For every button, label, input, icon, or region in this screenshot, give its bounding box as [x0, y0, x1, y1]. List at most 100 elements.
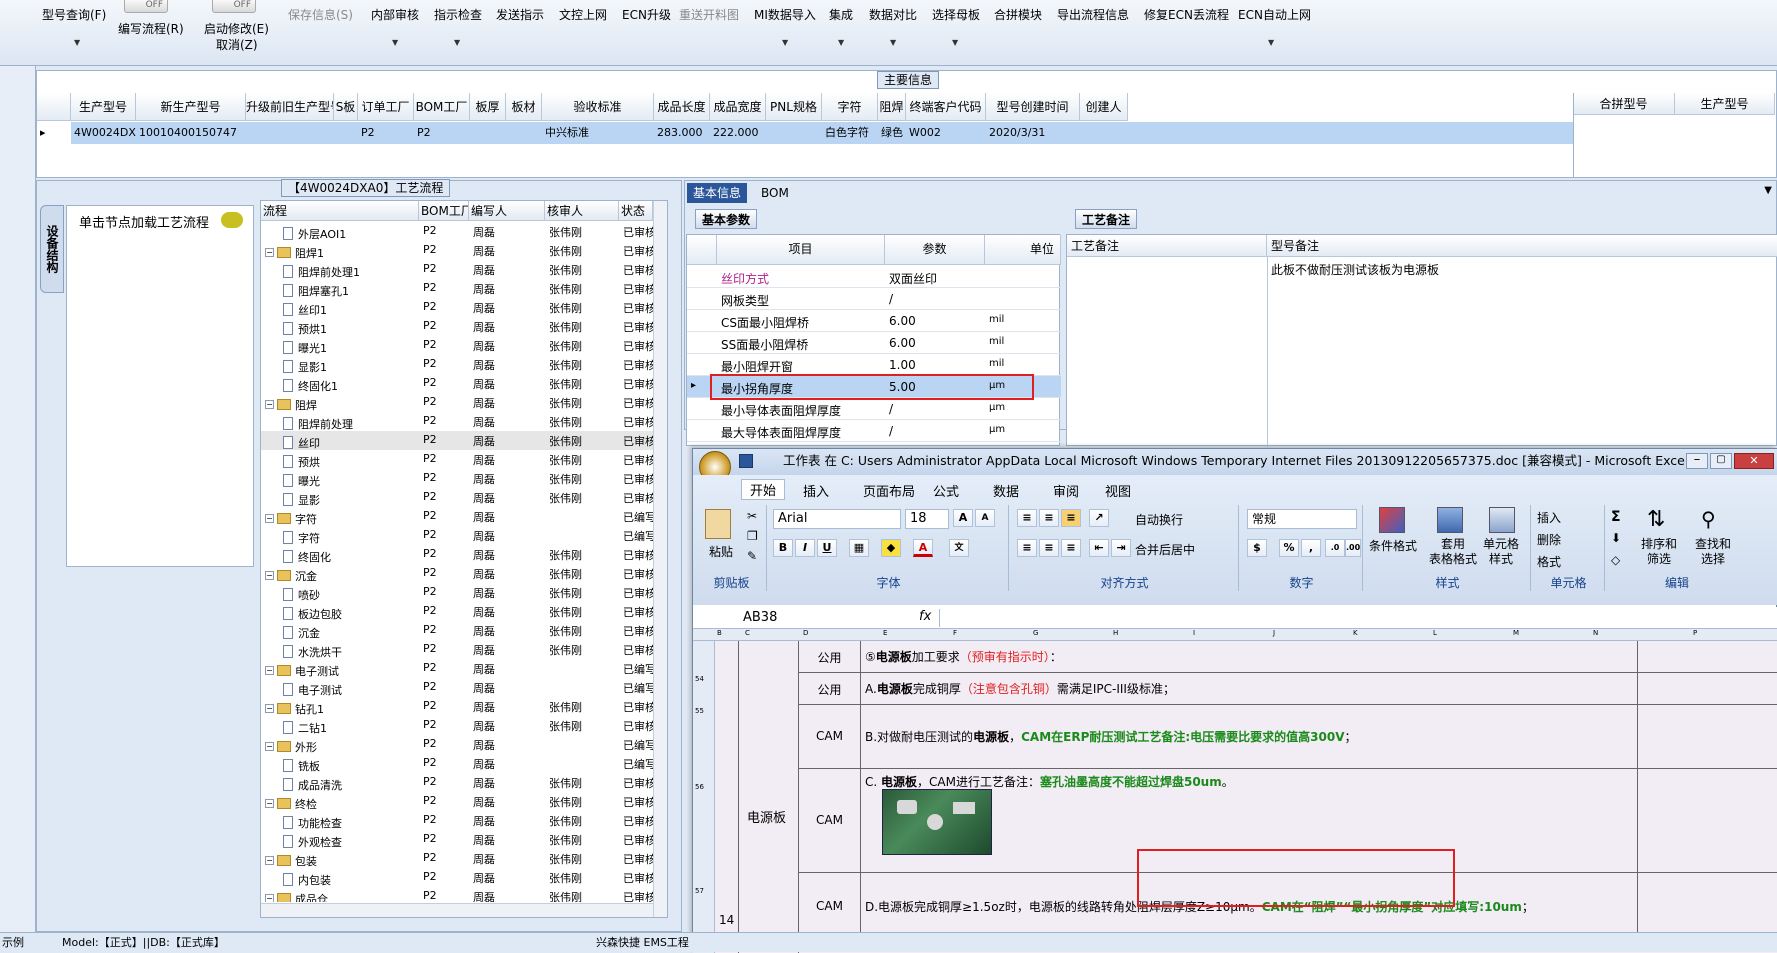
notes-col-model[interactable]: 型号备注 [1267, 235, 1777, 257]
tree-row[interactable]: − 终检 P2 周磊 张伟刚 已审核 [261, 792, 653, 811]
toolbar-start-edit[interactable]: 启动修改(E) [204, 20, 269, 37]
role-cell[interactable]: CAM [799, 873, 861, 940]
tree-node-name[interactable]: 显影1 [283, 357, 417, 373]
paste-button[interactable]: 粘贴 [709, 543, 733, 560]
collapse-icon[interactable]: − [265, 856, 274, 865]
collapse-icon[interactable]: − [265, 400, 274, 409]
column-header[interactable]: L [1433, 629, 1437, 637]
speech-bubble-icon[interactable] [221, 212, 243, 228]
tree-node-name[interactable]: 成品清洗 [283, 775, 417, 791]
format-button[interactable]: 格式 [1537, 553, 1561, 570]
tab-basic-params[interactable]: 基本参数 [695, 209, 758, 229]
content-cell[interactable]: A.电源板完成铜厚（注意包含孔铜）需满足IPC-III级标准； [865, 680, 1175, 697]
toolbar-integrate[interactable]: 集成 [829, 6, 853, 23]
tree-row[interactable]: 预烘1 P2 周磊 张伟刚 已审核 [261, 317, 653, 336]
column-header[interactable]: H [1113, 629, 1118, 637]
param-value[interactable]: / [889, 292, 893, 306]
tree-row[interactable]: 成品清洗 P2 周磊 张伟刚 已审核 [261, 773, 653, 792]
ribbon-tab[interactable]: 开始 [741, 479, 786, 500]
sort-filter-button[interactable]: 排序和 筛选 [1641, 537, 1677, 567]
tree-row[interactable]: − 电子测试 P2 周磊 已编写 [261, 659, 653, 678]
tree-row[interactable]: 外观检查 P2 周磊 张伟刚 已审核 [261, 830, 653, 849]
toolbar-mi-import[interactable]: MI数据导入 [754, 6, 816, 23]
device-structure-tab[interactable]: 设备结构 [40, 205, 64, 293]
collapse-icon[interactable]: − [265, 248, 274, 257]
grid-col-header[interactable]: 成品宽度 [710, 93, 766, 121]
find-select-button[interactable]: 查找和 选择 [1695, 537, 1731, 567]
row-number[interactable]: 57 [695, 887, 704, 895]
tree-row[interactable]: 阻焊前处理1 P2 周磊 张伟刚 已审核 [261, 260, 653, 279]
conditional-format-button[interactable]: 条件格式 [1369, 537, 1417, 554]
align-top-icon[interactable]: ≡ [1017, 509, 1037, 527]
grid-cell[interactable] [506, 122, 542, 144]
param-value[interactable]: / [889, 424, 893, 438]
tree-row[interactable]: 预烘 P2 周磊 张伟刚 已审核 [261, 450, 653, 469]
align-left-icon[interactable]: ≡ [1017, 539, 1037, 557]
tree-row[interactable]: 终固化1 P2 周磊 张伟刚 已审核 [261, 374, 653, 393]
toolbar-internal-review[interactable]: 内部审核 [371, 6, 419, 23]
merge-center-button[interactable]: 合并后居中 [1135, 541, 1195, 558]
tree-row[interactable]: − 外形 P2 周磊 已编写 [261, 735, 653, 754]
tree-col-bom[interactable]: BOM工厂 [419, 201, 469, 221]
param-value[interactable]: 1.00 [889, 358, 916, 372]
tree-row[interactable]: − 成品仓 P2 周磊 张伟刚 已审核 [261, 887, 653, 902]
toolbar-write-flow[interactable]: 编写流程(R) [118, 20, 184, 37]
align-middle-icon[interactable]: ≡ [1039, 509, 1059, 527]
toolbar-instruction-check[interactable]: 指示检查 [434, 6, 482, 23]
underline-icon[interactable]: U [817, 539, 837, 557]
tree-row[interactable]: 板边包胶 P2 周磊 张伟刚 已审核 [261, 602, 653, 621]
percent-icon[interactable]: % [1279, 539, 1299, 557]
tree-node-name[interactable]: 阻焊前处理1 [283, 262, 417, 278]
tree-node-name[interactable]: 水洗烘干 [283, 642, 417, 658]
column-header[interactable]: M [1513, 629, 1519, 637]
toolbar-export-flow[interactable]: 导出流程信息 [1057, 6, 1129, 23]
param-row[interactable]: 网板类型 / [687, 288, 1061, 310]
tree-node-name[interactable]: − 阻焊1 [265, 243, 417, 259]
toolbar-repair-ecn[interactable]: 修复ECN丢流程 [1144, 6, 1229, 23]
collapse-icon[interactable]: − [265, 666, 274, 675]
tree-row[interactable]: 内包装 P2 周磊 张伟刚 已审核 [261, 868, 653, 887]
grid-cell[interactable]: 白色字符 [822, 122, 878, 144]
tree-node-name[interactable]: 内包装 [283, 870, 417, 886]
param-row[interactable]: 丝印方式 双面丝印 [687, 266, 1061, 288]
grid-cell[interactable]: 2020/3/31 [986, 122, 1080, 144]
font-name-select[interactable]: Arial [773, 509, 901, 529]
tree-node-name[interactable]: 预烘 [283, 452, 417, 468]
dropdown-arrow-icon[interactable]: ▼ [454, 38, 460, 47]
phonetic-icon[interactable]: 文 [949, 539, 969, 557]
tree-vscrollbar[interactable] [653, 201, 667, 917]
row-number[interactable]: 54 [695, 675, 704, 683]
column-header[interactable]: J [1273, 629, 1275, 637]
tree-row[interactable]: 二钻1 P2 周磊 张伟刚 已审核 [261, 716, 653, 735]
tree-col-reviewer[interactable]: 核审人 [545, 201, 619, 221]
close-icon[interactable]: ✕ [1734, 453, 1774, 469]
grid-col-header[interactable]: PNL规格 [766, 93, 822, 121]
tree-node-name[interactable]: − 电子测试 [265, 661, 417, 677]
param-value[interactable]: 双面丝印 [889, 270, 937, 287]
grid-col-header[interactable]: 阻焊 [878, 93, 906, 121]
table-format-button[interactable]: 套用 表格格式 [1429, 537, 1477, 567]
indent-decrease-icon[interactable]: ⇤ [1089, 539, 1109, 557]
maximize-icon[interactable]: ▢ [1710, 453, 1732, 469]
grid-cell[interactable]: 10010400150747 [136, 122, 246, 144]
tree-row[interactable]: − 钻孔1 P2 周磊 张伟刚 已审核 [261, 697, 653, 716]
tree-node-name[interactable]: 曝光 [283, 471, 417, 487]
column-header[interactable]: G [1033, 629, 1038, 637]
tree-node-name[interactable]: 字符 [283, 528, 417, 544]
font-color-icon[interactable]: A [913, 539, 933, 557]
grid-cell[interactable] [1080, 122, 1128, 144]
content-cell[interactable]: ⑤电源板加工要求（预审有指示时）： [865, 648, 1062, 665]
bold-icon[interactable]: B [773, 539, 793, 557]
tree-node-name[interactable]: 阻焊塞孔1 [283, 281, 417, 297]
dropdown-arrow-icon[interactable]: ▼ [838, 38, 844, 47]
grid-cell[interactable] [246, 122, 334, 144]
grid-cell[interactable]: 绿色 [878, 122, 906, 144]
tree-node-name[interactable]: 喷砂 [283, 585, 417, 601]
tree-row[interactable]: 显影 P2 周磊 张伟刚 已审核 [261, 488, 653, 507]
grid-col-header[interactable]: 板厚 [470, 93, 506, 121]
tree-node-name[interactable]: 铣板 [283, 756, 417, 772]
grid-col-header[interactable]: 订单工厂 [358, 93, 414, 121]
group-label-cell[interactable]: 电源板 [747, 807, 786, 826]
italic-icon[interactable]: I [795, 539, 815, 557]
tree-col-flow[interactable]: 流程 [261, 201, 419, 221]
